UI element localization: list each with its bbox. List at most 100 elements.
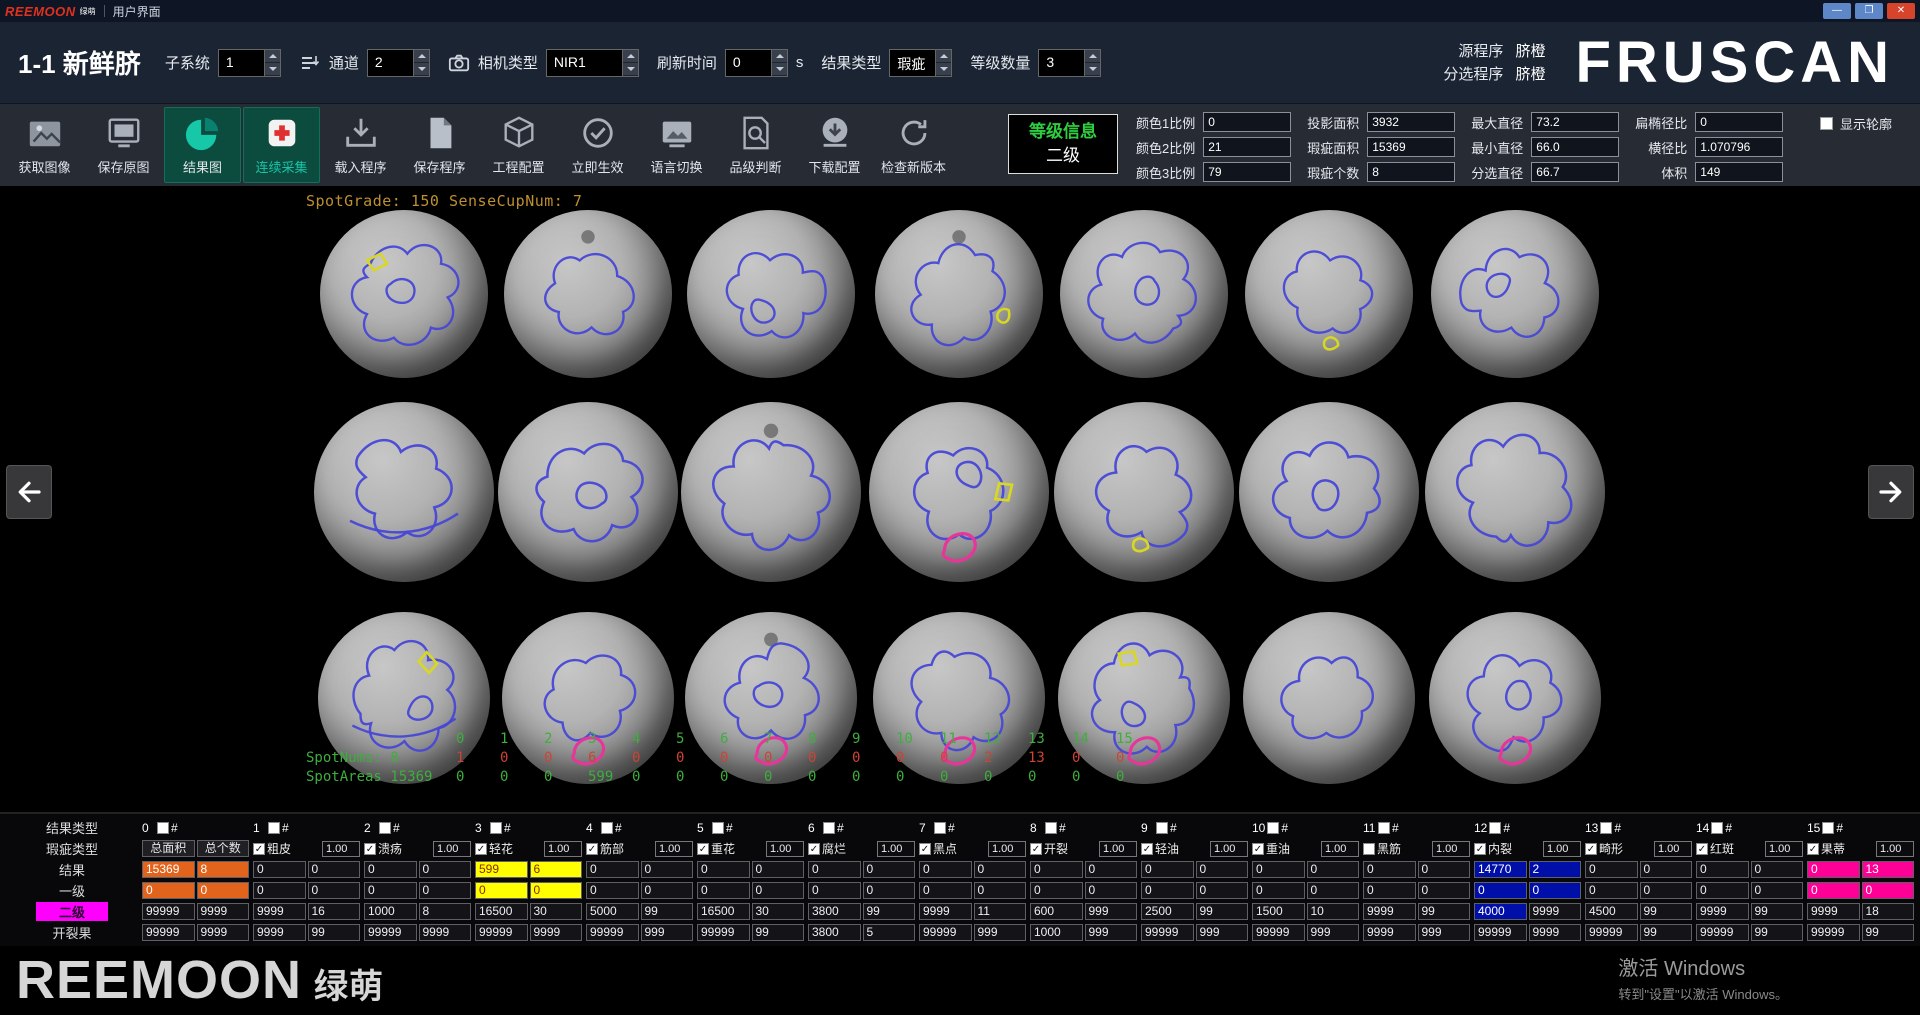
ratio-input[interactable]: 1.00 <box>1432 841 1470 857</box>
table-cell[interactable]: 99999 <box>697 924 750 941</box>
ratio-input[interactable]: 1.00 <box>1765 841 1803 857</box>
table-cell[interactable]: 0 <box>1418 882 1471 899</box>
defect-checkbox[interactable]: ✓ <box>1807 843 1819 855</box>
table-cell[interactable]: 0 <box>253 882 306 899</box>
column-checkbox[interactable] <box>1156 822 1168 834</box>
row-label-grade1[interactable]: 一级 <box>4 881 140 900</box>
ratio-input[interactable]: 1.00 <box>1543 841 1581 857</box>
table-cell[interactable]: 0 <box>1751 882 1804 899</box>
table-cell[interactable]: 0 <box>1307 882 1360 899</box>
row-label-grade2[interactable]: 二级 <box>36 902 108 921</box>
table-cell[interactable]: 1000 <box>1030 924 1083 941</box>
table-cell[interactable]: 9999 <box>1529 924 1582 941</box>
metric-input[interactable]: 1.070796 <box>1695 137 1783 157</box>
table-cell[interactable]: 99 <box>1418 903 1471 920</box>
table-cell[interactable]: 99999 <box>1696 924 1749 941</box>
table-cell[interactable]: 9999 <box>253 924 306 941</box>
table-cell[interactable]: 99999 <box>1252 924 1305 941</box>
table-cell[interactable]: 99999 <box>475 924 528 941</box>
table-cell[interactable]: 0 <box>475 882 528 899</box>
defect-checkbox[interactable]: ✓ <box>253 843 265 855</box>
result-type-dropdown[interactable]: 瑕疵 <box>889 49 952 77</box>
table-cell[interactable]: 0 <box>142 882 195 899</box>
table-cell[interactable]: 9999 <box>419 924 472 941</box>
ratio-input[interactable]: 1.00 <box>877 841 915 857</box>
table-cell[interactable]: 5000 <box>586 903 639 920</box>
table-cell[interactable]: 11 <box>974 903 1027 920</box>
table-cell[interactable]: 99 <box>1640 924 1693 941</box>
defect-checkbox[interactable]: ✓ <box>1474 843 1486 855</box>
toolbar-button-load-program[interactable]: 载入程序 <box>322 107 399 183</box>
table-cell[interactable]: 30 <box>752 903 805 920</box>
column-checkbox[interactable] <box>934 822 946 834</box>
table-cell[interactable]: 0 <box>1030 882 1083 899</box>
metric-input[interactable]: 8 <box>1367 162 1455 182</box>
column-checkbox[interactable] <box>1711 822 1723 834</box>
table-cell[interactable]: 9999 <box>1696 903 1749 920</box>
defect-checkbox[interactable]: ✓ <box>1696 843 1708 855</box>
column-checkbox[interactable] <box>157 822 169 834</box>
table-cell[interactable]: 99 <box>1862 924 1915 941</box>
show-contour-checkbox[interactable] <box>1820 117 1833 130</box>
defect-checkbox[interactable]: ✓ <box>364 843 376 855</box>
defect-checkbox[interactable]: ✓ <box>475 843 487 855</box>
table-cell[interactable]: 18 <box>1862 903 1915 920</box>
table-cell[interactable]: 0 <box>752 882 805 899</box>
table-cell[interactable]: 9999 <box>253 903 306 920</box>
toolbar-button-project-config[interactable]: 工程配置 <box>480 107 557 183</box>
metric-input[interactable]: 79 <box>1203 162 1291 182</box>
table-cell[interactable]: 99 <box>863 903 916 920</box>
toolbar-button-save-program[interactable]: 保存程序 <box>401 107 478 183</box>
grade-count-dropdown[interactable]: 3 <box>1038 49 1101 77</box>
table-cell[interactable]: 999 <box>641 924 694 941</box>
metric-input[interactable]: 73.2 <box>1531 112 1619 132</box>
table-cell[interactable]: 999 <box>1418 924 1471 941</box>
metric-input[interactable]: 15369 <box>1367 137 1455 157</box>
ratio-input[interactable]: 1.00 <box>433 841 471 857</box>
table-cell[interactable]: 0 <box>974 882 1027 899</box>
defect-checkbox[interactable]: ✓ <box>697 843 709 855</box>
table-cell[interactable]: 9999 <box>197 903 250 920</box>
close-button[interactable]: ✕ <box>1887 3 1915 19</box>
ratio-input[interactable]: 1.00 <box>322 841 360 857</box>
table-cell[interactable]: 9999 <box>919 903 972 920</box>
table-cell[interactable]: 99 <box>1751 903 1804 920</box>
table-cell[interactable]: 0 <box>1585 882 1638 899</box>
defect-checkbox[interactable]: ✓ <box>586 843 598 855</box>
toolbar-button-continuous-capture[interactable]: 连续采集 <box>243 107 320 183</box>
table-cell[interactable]: 600 <box>1030 903 1083 920</box>
ratio-input[interactable]: 1.00 <box>766 841 804 857</box>
ratio-input[interactable]: 1.00 <box>544 841 582 857</box>
table-cell[interactable]: 0 <box>1862 882 1915 899</box>
table-cell[interactable]: 0 <box>197 882 250 899</box>
defect-checkbox[interactable]: ✓ <box>1585 843 1597 855</box>
table-cell[interactable]: 0 <box>364 882 417 899</box>
table-cell[interactable]: 99999 <box>142 903 195 920</box>
table-cell[interactable]: 0 <box>308 882 361 899</box>
spinner-buttons[interactable] <box>413 49 430 77</box>
table-cell[interactable]: 99999 <box>1141 924 1194 941</box>
ratio-input[interactable]: 1.00 <box>1654 841 1692 857</box>
column-checkbox[interactable] <box>268 822 280 834</box>
spinner-buttons[interactable] <box>935 49 952 77</box>
column-checkbox[interactable] <box>1489 822 1501 834</box>
table-cell[interactable]: 8 <box>419 903 472 920</box>
table-cell[interactable]: 16500 <box>697 903 750 920</box>
table-cell[interactable]: 0 <box>1640 882 1693 899</box>
column-checkbox[interactable] <box>490 822 502 834</box>
toolbar-button-download-config[interactable]: 下载配置 <box>796 107 873 183</box>
table-cell[interactable]: 0 <box>1252 882 1305 899</box>
column-checkbox[interactable] <box>1600 822 1612 834</box>
column-checkbox[interactable] <box>1267 822 1279 834</box>
table-cell[interactable]: 1500 <box>1252 903 1305 920</box>
minimize-button[interactable]: — <box>1823 3 1851 19</box>
table-cell[interactable]: 0 <box>641 882 694 899</box>
table-cell[interactable]: 0 <box>808 882 861 899</box>
column-checkbox[interactable] <box>1822 822 1834 834</box>
metric-input[interactable]: 0 <box>1695 112 1783 132</box>
metric-input[interactable]: 66.7 <box>1531 162 1619 182</box>
table-cell[interactable]: 9999 <box>1363 924 1416 941</box>
column-checkbox[interactable] <box>1045 822 1057 834</box>
table-cell[interactable]: 999 <box>1085 903 1138 920</box>
table-cell[interactable]: 0 <box>1529 882 1582 899</box>
